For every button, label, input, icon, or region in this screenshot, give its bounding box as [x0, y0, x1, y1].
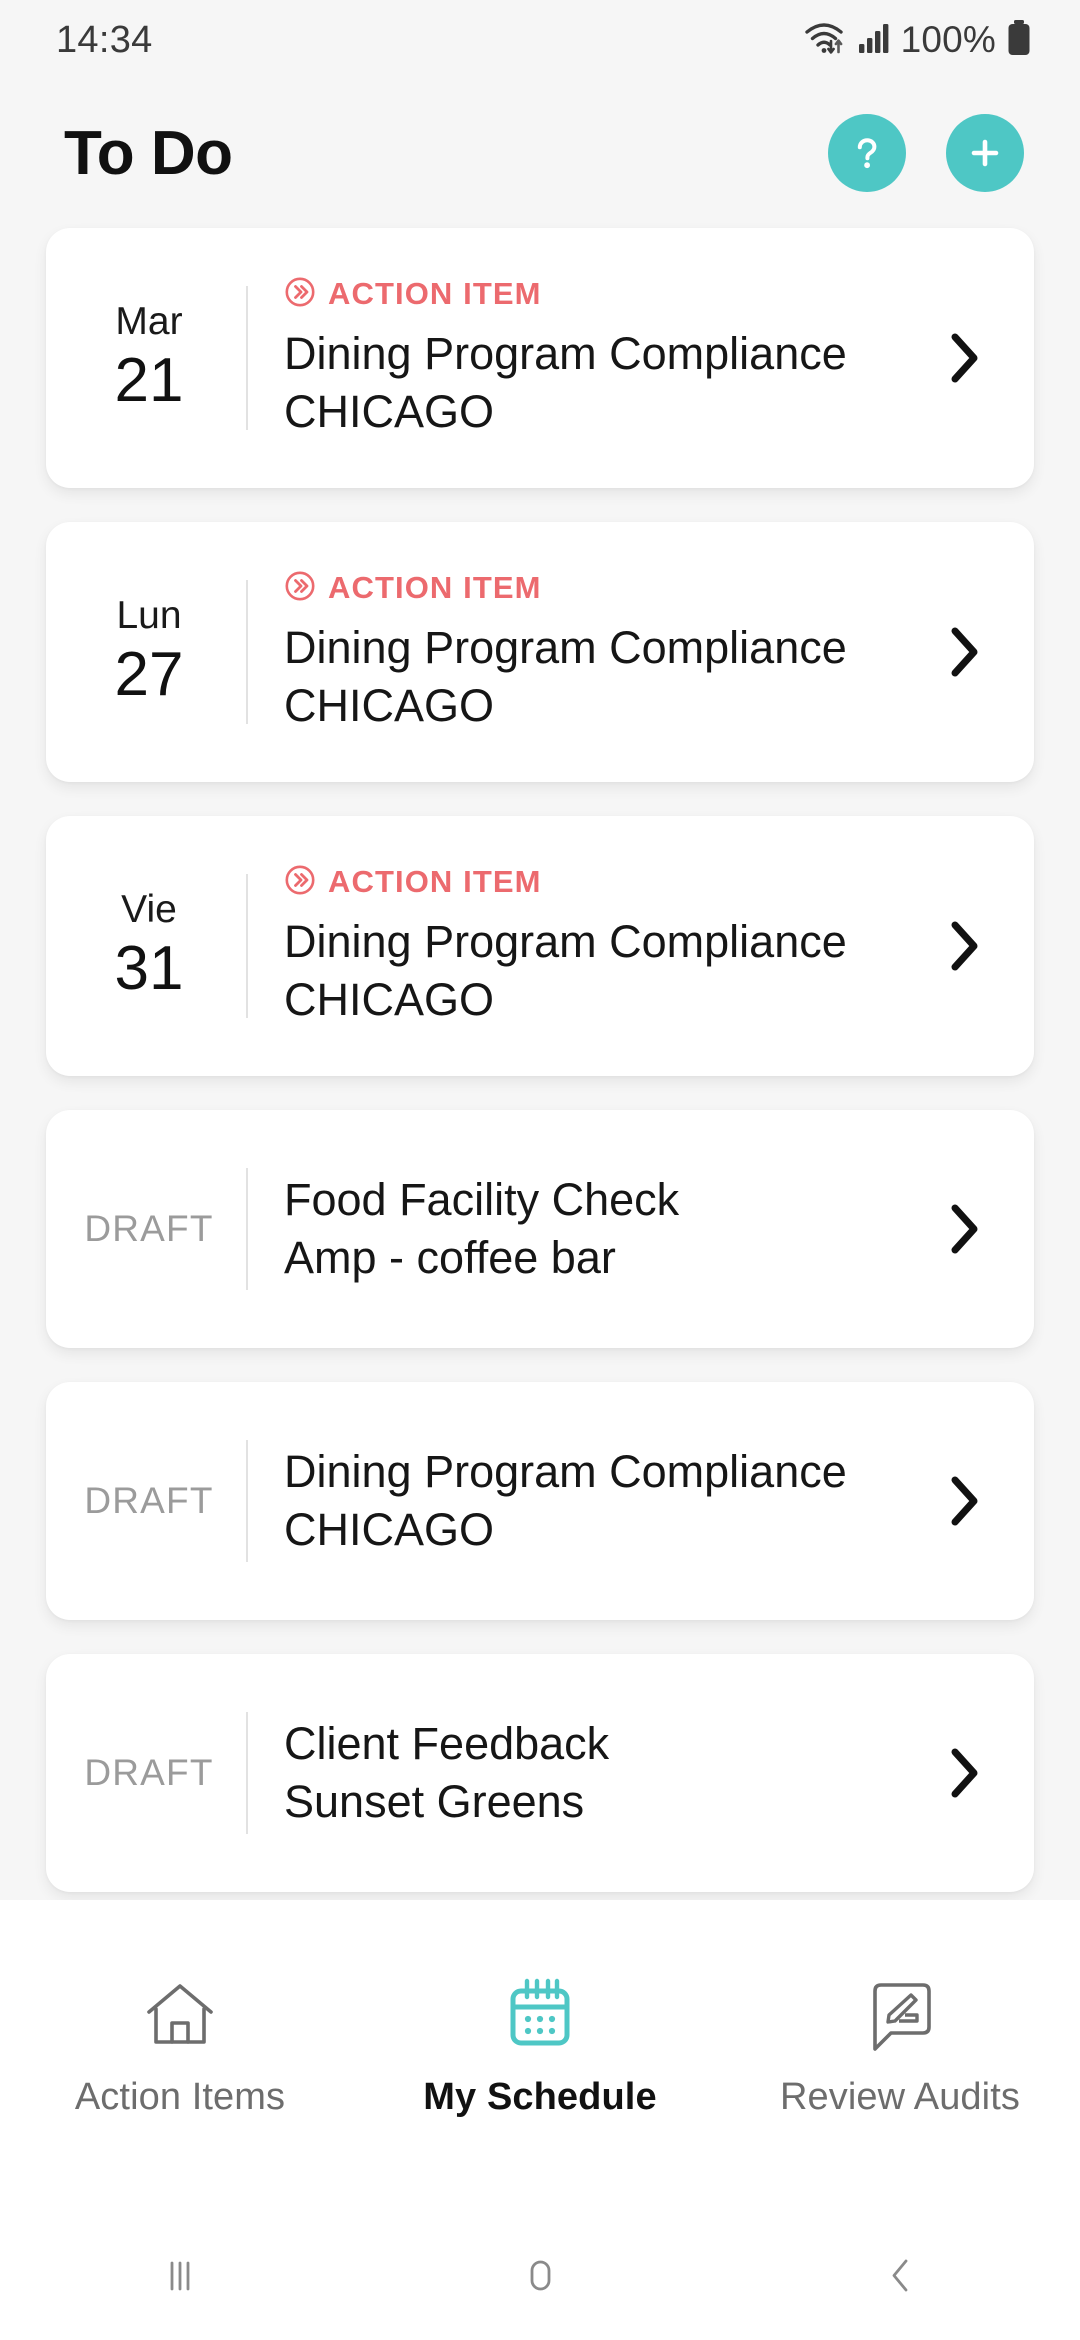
card-title: Dining Program Compliance — [284, 915, 847, 967]
nav-label-review-audits: Review Audits — [780, 2076, 1020, 2118]
battery-full-icon — [1006, 19, 1032, 62]
battery-percent-label: 100% — [900, 19, 996, 60]
card-day-of-week: Vie — [121, 888, 177, 932]
todo-list[interactable]: Mar 21 ACTION ITEM Dining Program Compli… — [0, 220, 1080, 1900]
card-body: ACTION ITEM Dining Program Compliance CH… — [248, 522, 930, 782]
card-subtitle: Sunset Greens — [284, 1776, 585, 1827]
card-status-column: DRAFT — [46, 1654, 246, 1892]
card-title: Dining Program Compliance — [284, 1446, 847, 1498]
card-body: ACTION ITEM Dining Program Compliance CH… — [248, 228, 930, 488]
nav-item-review-audits[interactable]: Review Audits — [750, 1972, 1050, 2119]
double-chevron-circle-icon — [284, 570, 316, 607]
list-item[interactable]: Mar 21 ACTION ITEM Dining Program Compli… — [46, 228, 1034, 488]
draft-label: DRAFT — [84, 1480, 214, 1521]
status-badge: ACTION ITEM — [284, 864, 910, 901]
draft-label: DRAFT — [84, 1752, 214, 1793]
card-status-column: DRAFT — [46, 1382, 246, 1620]
status-badge-label: ACTION ITEM — [328, 864, 542, 900]
card-subtitle: CHICAGO — [284, 385, 495, 437]
card-date-column: Lun 27 — [46, 522, 246, 782]
help-button[interactable] — [828, 114, 906, 192]
wifi-icon — [803, 19, 847, 62]
question-mark-icon — [845, 131, 889, 175]
android-system-navigation — [0, 2210, 1080, 2340]
phone-screen: 14:34 100% To Do Mar 21 ACTION ITEM Dini… — [0, 0, 1080, 2340]
header-actions — [828, 114, 1024, 192]
card-body: Food Facility Check Amp - coffee bar — [248, 1110, 930, 1348]
chevron-right-icon[interactable] — [930, 1110, 1000, 1348]
double-chevron-circle-icon — [284, 864, 316, 901]
back-chevron-icon[interactable] — [800, 2210, 1000, 2340]
status-indicators: 100% — [803, 19, 1032, 62]
nav-label-my-schedule: My Schedule — [423, 2076, 657, 2118]
list-item[interactable]: Vie 31 ACTION ITEM Dining Program Compli… — [46, 816, 1034, 1076]
status-bar: 14:34 100% — [0, 0, 1080, 80]
plus-icon — [963, 131, 1007, 175]
list-item[interactable]: DRAFT Dining Program Compliance CHICAGO — [46, 1382, 1034, 1620]
nav-item-action-items[interactable]: Action Items — [30, 1972, 330, 2119]
card-day-of-week: Mar — [115, 300, 183, 344]
list-item[interactable]: DRAFT Food Facility Check Amp - coffee b… — [46, 1110, 1034, 1348]
chevron-right-icon[interactable] — [930, 1654, 1000, 1892]
nav-label-action-items: Action Items — [74, 2076, 286, 2118]
list-item[interactable]: Lun 27 ACTION ITEM Dining Program Compli… — [46, 522, 1034, 782]
nav-item-my-schedule[interactable]: My Schedule — [390, 1972, 690, 2119]
card-day-number: 21 — [114, 346, 184, 416]
chevron-right-icon[interactable] — [930, 816, 1000, 1076]
signal-bars-icon — [857, 21, 891, 60]
home-icon — [141, 1972, 219, 2058]
home-pill-icon[interactable] — [440, 2210, 640, 2340]
card-body: ACTION ITEM Dining Program Compliance CH… — [248, 816, 930, 1076]
card-subtitle: CHICAGO — [284, 1504, 495, 1555]
card-title: Food Facility Check — [284, 1174, 680, 1226]
chevron-right-icon[interactable] — [930, 1382, 1000, 1620]
status-badge-label: ACTION ITEM — [328, 276, 542, 312]
draft-label: DRAFT — [84, 1208, 214, 1249]
list-item[interactable]: DRAFT Client Feedback Sunset Greens — [46, 1654, 1034, 1892]
add-button[interactable] — [946, 114, 1024, 192]
page-title: To Do — [64, 118, 233, 188]
card-body: Dining Program Compliance CHICAGO — [248, 1382, 930, 1620]
calendar-icon — [501, 1972, 579, 2058]
speech-bubble-pencil-icon — [861, 1972, 939, 2058]
bottom-navigation: Action Items My Schedule Review Audits — [0, 1900, 1080, 2210]
card-date-column: Mar 21 — [46, 228, 246, 488]
card-title: Dining Program Compliance — [284, 327, 847, 379]
double-chevron-circle-icon — [284, 276, 316, 313]
status-badge: ACTION ITEM — [284, 276, 910, 313]
status-clock: 14:34 — [56, 18, 153, 61]
card-subtitle: Amp - coffee bar — [284, 1232, 616, 1283]
status-badge: ACTION ITEM — [284, 570, 910, 607]
card-day-number: 27 — [114, 640, 184, 710]
chevron-right-icon[interactable] — [930, 228, 1000, 488]
card-day-number: 31 — [114, 934, 184, 1004]
card-subtitle: CHICAGO — [284, 973, 495, 1025]
page-header: To Do — [0, 80, 1080, 220]
card-date-column: Vie 31 — [46, 816, 246, 1076]
chevron-right-icon[interactable] — [930, 522, 1000, 782]
card-title: Client Feedback — [284, 1718, 610, 1770]
card-status-column: DRAFT — [46, 1110, 246, 1348]
card-title: Dining Program Compliance — [284, 621, 847, 673]
card-day-of-week: Lun — [116, 594, 182, 638]
card-subtitle: CHICAGO — [284, 679, 495, 731]
status-badge-label: ACTION ITEM — [328, 570, 542, 606]
card-body: Client Feedback Sunset Greens — [248, 1654, 930, 1892]
recents-icon[interactable] — [80, 2210, 280, 2340]
